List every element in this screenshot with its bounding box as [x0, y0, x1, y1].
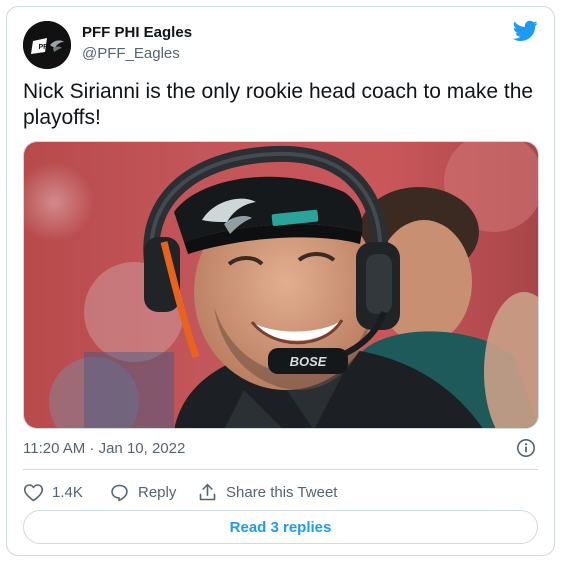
like-count: 1.4K: [52, 483, 83, 501]
reply-button[interactable]: Reply: [109, 481, 176, 503]
twitter-bird-icon[interactable]: [513, 20, 538, 42]
reply-label: Reply: [138, 483, 177, 501]
share-icon: [199, 483, 216, 500]
author-display-name[interactable]: PFF PHI Eagles: [82, 24, 192, 41]
info-icon[interactable]: [516, 438, 536, 458]
read-replies-button[interactable]: Read 3 replies: [23, 510, 538, 544]
author-handle[interactable]: @PFF_Eagles: [82, 45, 180, 62]
tweet-card[interactable]: PFF PFF PHI Eagles @PFF_Eagles Nick Siri…: [6, 6, 555, 556]
reply-bubble-icon: [111, 484, 128, 501]
tweet-timestamp[interactable]: 11:20 AM · Jan 10, 2022: [23, 440, 185, 457]
share-button[interactable]: Share this Tweet: [197, 481, 337, 503]
share-label: Share this Tweet: [226, 483, 338, 501]
pff-logo-icon: PFF: [23, 21, 71, 69]
headset-brand-text: BOSE: [290, 354, 327, 369]
heart-icon: [23, 483, 44, 501]
coach-photo: BOSE: [24, 142, 538, 428]
tweet-text: Nick Sirianni is the only rookie head co…: [23, 80, 534, 129]
avatar[interactable]: PFF: [23, 21, 71, 69]
divider: [23, 469, 538, 470]
tweet-photo[interactable]: BOSE: [23, 141, 539, 429]
like-button[interactable]: 1.4K: [23, 481, 83, 503]
